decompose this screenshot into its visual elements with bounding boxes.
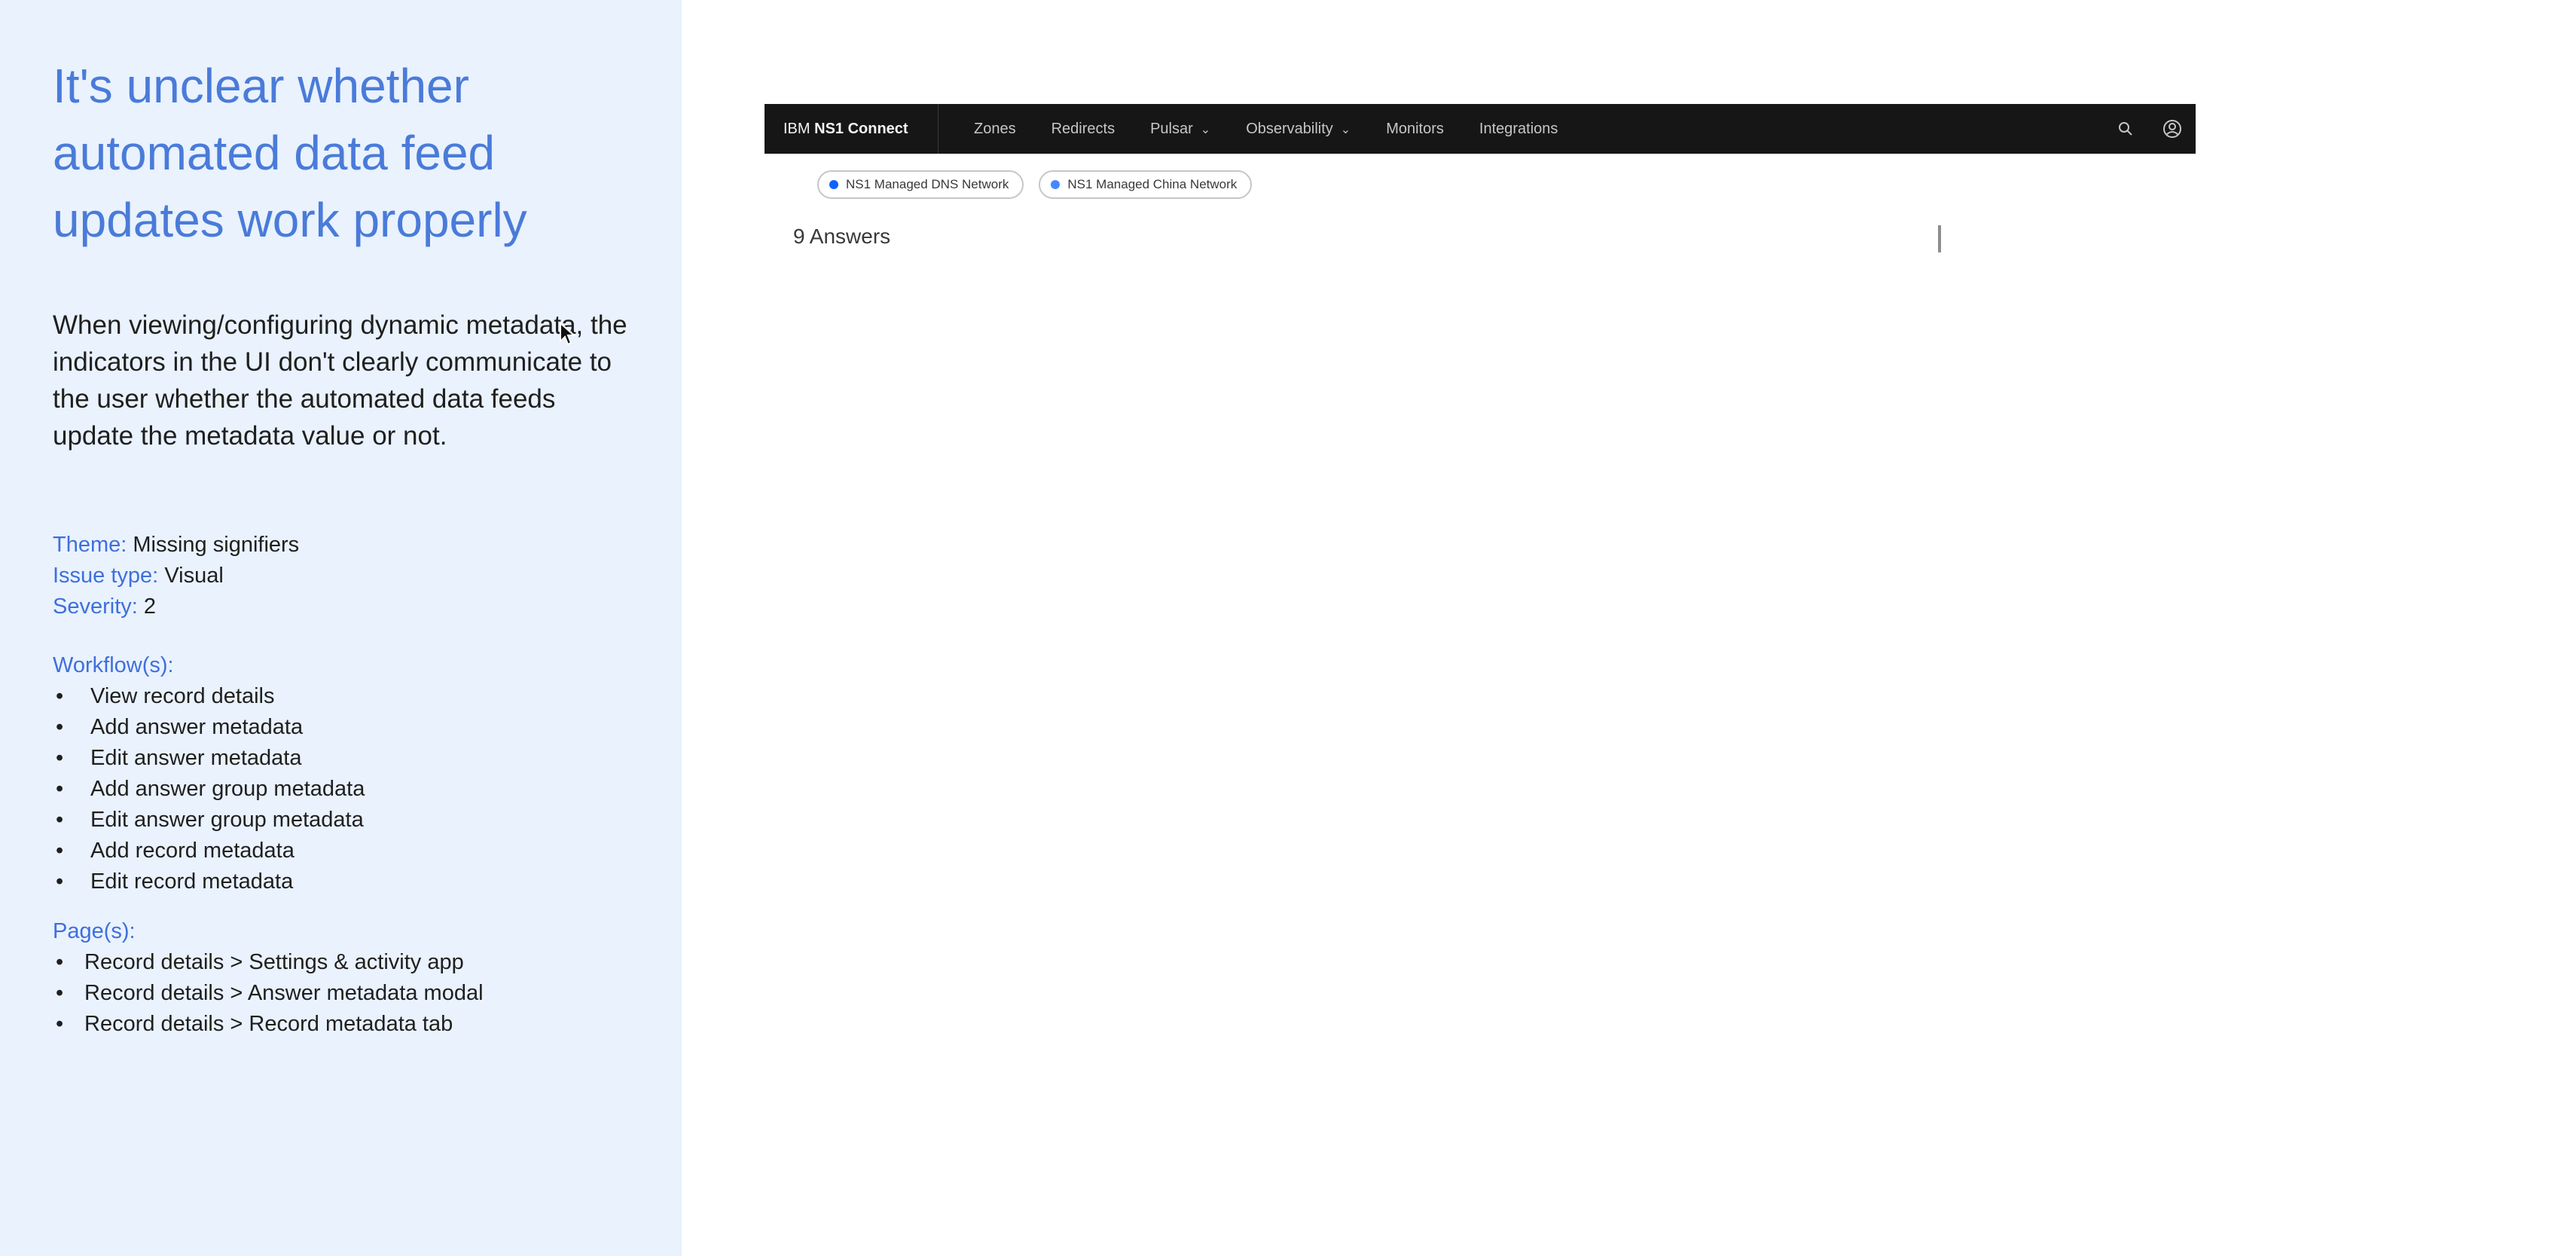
brand-prefix: IBM bbox=[783, 120, 815, 137]
page-item: Record details > Answer metadata modal bbox=[53, 978, 629, 1009]
nav-pulsar-label: Pulsar bbox=[1150, 120, 1193, 137]
pages-list: Record details > Settings & activity app… bbox=[53, 947, 629, 1040]
workflow-item: Edit answer group metadata bbox=[53, 805, 629, 836]
network-tag-label: NS1 Managed China Network bbox=[1067, 177, 1238, 191]
nav-pulsar[interactable]: Pulsar ⌄ bbox=[1150, 121, 1210, 138]
unused bbox=[1938, 225, 1941, 252]
chevron-down-icon: ⌄ bbox=[1200, 123, 1211, 136]
workflows-heading: Workflow(s): bbox=[53, 653, 174, 677]
chevron-down-icon: ⌄ bbox=[1340, 123, 1351, 136]
page-item: Record details > Settings & activity app bbox=[53, 947, 629, 978]
severity-value: 2 bbox=[143, 594, 157, 619]
nav-integrations[interactable]: Integrations bbox=[1479, 121, 1558, 138]
issue-type-line: Issue type: Visual bbox=[53, 561, 629, 591]
issue-type-value: Visual bbox=[164, 564, 224, 588]
severity-line: Severity: 2 bbox=[53, 591, 629, 622]
workflow-item: Edit record metadata bbox=[53, 866, 629, 897]
network-dot bbox=[829, 180, 838, 189]
nav-observability[interactable]: Observability ⌄ bbox=[1246, 121, 1351, 138]
slide-panel: It's unclear whether automated data feed… bbox=[0, 0, 682, 1256]
workflow-item: Edit answer metadata bbox=[53, 743, 629, 774]
slide-title: It's unclear whether automated data feed… bbox=[53, 59, 527, 247]
ns1-app-window: IBM NS1 Connect Zones Redirects Pulsar ⌄ … bbox=[765, 104, 2196, 1111]
issue-meta: Theme: Missing signifiers Issue type: Vi… bbox=[53, 530, 629, 622]
nav-actions bbox=[2117, 104, 2182, 154]
nav-observability-label: Observability bbox=[1246, 120, 1333, 137]
workflow-item: Add answer group metadata bbox=[53, 774, 629, 805]
severity-label: Severity: bbox=[53, 594, 138, 619]
answers-count-title: 9 Answers bbox=[793, 225, 891, 248]
mouse-cursor-icon bbox=[560, 322, 575, 346]
workflow-item: View record details bbox=[53, 681, 629, 712]
nav-zones[interactable]: Zones bbox=[974, 121, 1016, 138]
brand-name: NS1 Connect bbox=[814, 120, 908, 137]
network-tag-dns[interactable]: NS1 Managed DNS Network bbox=[817, 170, 1024, 199]
workflows-list: View record details Add answer metadata … bbox=[53, 681, 629, 897]
network-dot bbox=[1051, 180, 1061, 189]
shared-screen: IBM NS1 Connect Zones Redirects Pulsar ⌄ … bbox=[682, 0, 2245, 1256]
user-profile-icon[interactable] bbox=[2162, 119, 2182, 139]
network-tag-china[interactable]: NS1 Managed China Network bbox=[1039, 170, 1253, 199]
theme-line: Theme: Missing signifiers bbox=[53, 530, 629, 561]
theme-value: Missing signifiers bbox=[133, 533, 300, 557]
nav-divider bbox=[938, 104, 939, 154]
network-tag-label: NS1 Managed DNS Network bbox=[846, 177, 1009, 191]
slide-description: When viewing/configuring dynamic metadat… bbox=[53, 310, 627, 451]
network-tags: NS1 Managed DNS Network NS1 Managed Chin… bbox=[817, 170, 1253, 199]
workflow-item: Add answer metadata bbox=[53, 712, 629, 743]
top-navigation: IBM NS1 Connect Zones Redirects Pulsar ⌄ … bbox=[765, 104, 2196, 154]
screen: It's unclear whether automated data feed… bbox=[0, 0, 2576, 1256]
issue-type-label: Issue type: bbox=[53, 564, 159, 588]
theme-label: Theme: bbox=[53, 533, 127, 557]
pages-heading: Page(s): bbox=[53, 919, 136, 943]
nav-redirects[interactable]: Redirects bbox=[1051, 121, 1115, 138]
search-icon[interactable] bbox=[2117, 121, 2134, 137]
workflow-item: Add record metadata bbox=[53, 836, 629, 866]
nav-monitors[interactable]: Monitors bbox=[1386, 121, 1444, 138]
brand-logo[interactable]: IBM NS1 Connect bbox=[765, 121, 938, 138]
page-item: Record details > Record metadata tab bbox=[53, 1009, 629, 1040]
